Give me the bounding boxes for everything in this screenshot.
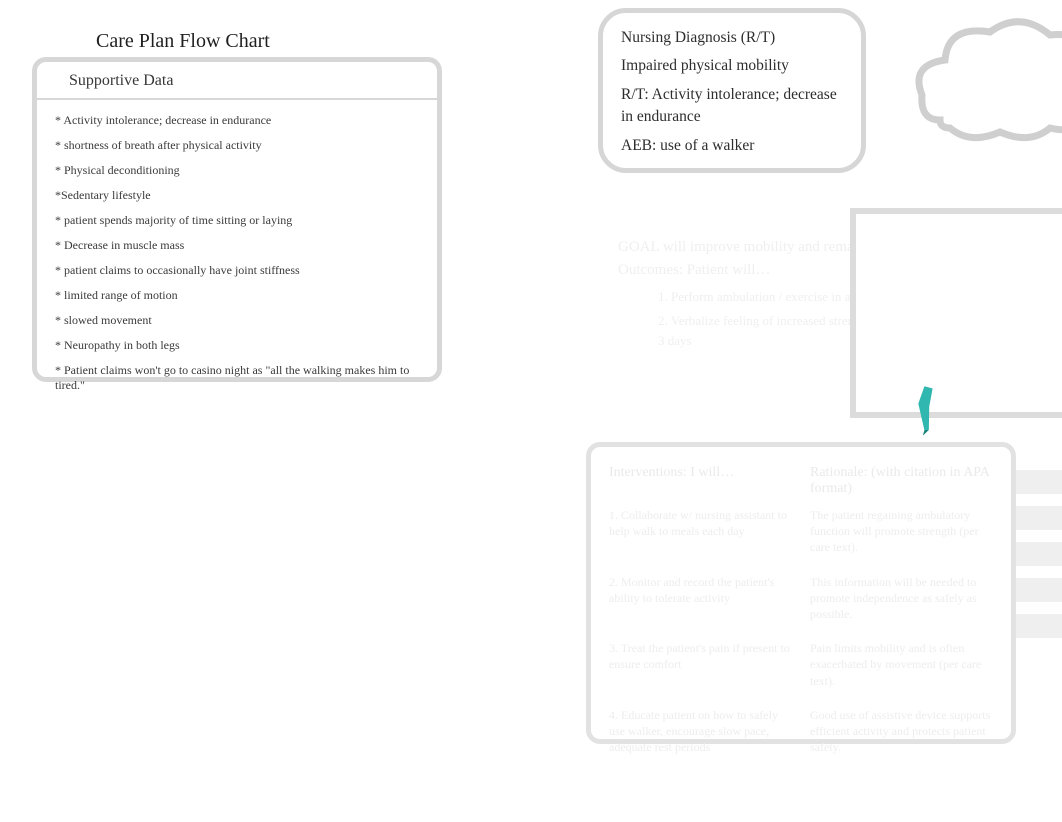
list-item: * Decrease in muscle mass [55, 233, 419, 258]
interventions-header-right: Rationale: (with citation in APA format) [810, 465, 993, 497]
list-item: *Sedentary lifestyle [55, 183, 419, 208]
page-title: Care Plan Flow Chart [96, 30, 270, 53]
diagnosis-rt: R/T: Activity intolerance; decrease in e… [621, 84, 843, 129]
list-item: * Physical deconditioning [55, 158, 419, 183]
rationale-item: The patient regaining ambulatory functio… [810, 507, 993, 556]
list-item: * slowed movement [55, 308, 419, 333]
list-item: * Neuropathy in both legs [55, 333, 419, 358]
list-item: * shortness of breath after physical act… [55, 133, 419, 158]
rationale-item: This information will be needed to promo… [810, 574, 993, 623]
list-item: * patient spends majority of time sittin… [55, 208, 419, 233]
cloud-shape [910, 10, 1062, 150]
interventions-box: Interventions: I will… Rationale: (with … [586, 442, 1016, 744]
supportive-data-header: Supportive Data [37, 62, 437, 100]
side-faded-bars [1010, 470, 1062, 670]
list-item: * patient claims to occasionally have jo… [55, 258, 419, 283]
intervention-item: 3. Treat the patient's pain if present t… [609, 640, 792, 689]
intervention-item: 2. Monitor and record the patient's abil… [609, 574, 792, 623]
interventions-header-left: Interventions: I will… [609, 465, 792, 497]
diagnosis-box: Nursing Diagnosis (R/T) Impaired physica… [598, 8, 866, 173]
diagnosis-dx: Impaired physical mobility [621, 55, 843, 77]
outcomes-box [850, 208, 1062, 418]
intervention-item: 1. Collaborate w/ nursing assistant to h… [609, 507, 792, 556]
rationale-item: Pain limits mobility and is often exacer… [810, 640, 993, 689]
list-item: * Patient claims won't go to casino nigh… [55, 358, 419, 398]
list-item: * Activity intolerance; decrease in endu… [55, 108, 419, 133]
intervention-item: 4. Educate patient on how to safely use … [609, 707, 792, 756]
diagnosis-label: Nursing Diagnosis (R/T) [621, 27, 843, 49]
list-item: * limited range of motion [55, 283, 419, 308]
rationale-item: Good use of assistive device supports ef… [810, 707, 993, 756]
supportive-data-box: Supportive Data * Activity intolerance; … [32, 57, 442, 382]
diagnosis-aeb: AEB: use of a walker [621, 135, 843, 157]
supportive-data-list: * Activity intolerance; decrease in endu… [37, 100, 437, 406]
